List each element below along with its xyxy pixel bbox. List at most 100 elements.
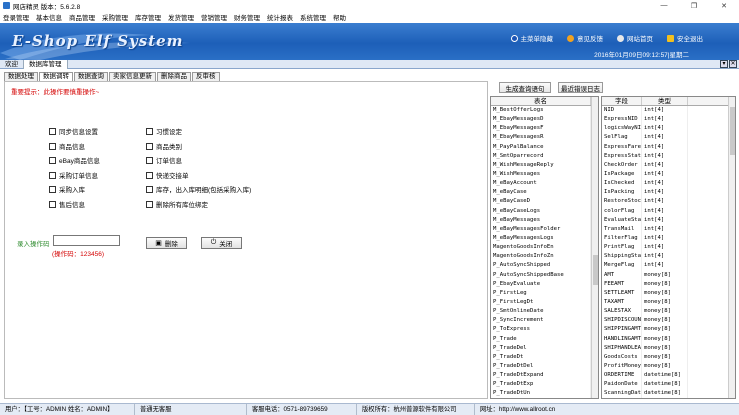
subtab-delete-goods[interactable]: 删除商品 [157, 72, 191, 81]
checkbox-goods-info[interactable]: 商品信息 [49, 141, 85, 151]
field-row[interactable]: SALESTAX money[8] [602, 307, 735, 317]
table-row[interactable]: P_AutoSyncShippedBase [491, 270, 598, 280]
table-row[interactable]: M_PayPalBalance [491, 142, 598, 152]
menu-login[interactable]: 登录管理 [3, 12, 29, 22]
checkbox-sync-settings[interactable]: 同步信息设置 [49, 126, 98, 136]
menu-system[interactable]: 系统管理 [300, 12, 326, 22]
table-row[interactable]: M_EbayMessagesF [491, 124, 598, 134]
table-row[interactable]: P_TradeDtDel [491, 361, 598, 372]
field-row[interactable]: NID int[4] [602, 106, 735, 116]
table-row[interactable]: P_TradeDtExp [491, 380, 598, 390]
field-row[interactable]: SHIPPINGAMT money[8] [602, 325, 735, 335]
field-row[interactable]: EvaluateSta int[4] [602, 215, 735, 225]
checkbox-box[interactable] [146, 200, 153, 208]
table-name-column-header[interactable]: 表名 [491, 97, 591, 105]
menu-finance[interactable]: 财务管理 [234, 12, 260, 22]
field-row[interactable]: IsPackage int[4] [602, 169, 735, 180]
field-row[interactable]: RestoreStoc int[4] [602, 197, 735, 207]
checkbox-habit-settings[interactable]: 习惯设定 [146, 126, 182, 136]
table-row[interactable]: M_eBayMessages [491, 215, 598, 225]
field-row[interactable]: IsPacking int[4] [602, 188, 735, 198]
table-row[interactable]: M_WishMessages [491, 169, 598, 180]
field-row[interactable]: PrintFlag int[4] [602, 243, 735, 253]
checkbox-express-handover[interactable]: 快递交接单 [146, 170, 189, 180]
subtab-unapprove[interactable]: 反审核 [192, 72, 220, 81]
checkbox-delete-location-binding[interactable]: 删除所有库位绑定 [146, 199, 208, 209]
checkbox-box[interactable] [49, 200, 56, 208]
scroll-thumb[interactable] [730, 107, 735, 155]
table-row[interactable]: P_FirstLeg [491, 288, 598, 298]
table-row[interactable]: MagentoGoodsInfoEn [491, 243, 598, 253]
checkbox-purchase-inbound[interactable]: 采购入库 [49, 184, 85, 194]
checkbox-purchase-orders[interactable]: 采购订单信息 [49, 170, 98, 180]
table-row[interactable]: M_eBayMessagesLogs [491, 233, 598, 244]
table-row[interactable]: M_EbayMessagesR [491, 133, 598, 143]
homepage-link[interactable]: 网站首页 [617, 33, 653, 43]
close-window-button[interactable]: ✕ [709, 0, 739, 11]
field-row[interactable]: SETTLEAMT money[8] [602, 288, 735, 298]
field-row[interactable]: HANDLINGAMT money[8] [602, 334, 735, 344]
field-row[interactable]: ShippingSta int[4] [602, 252, 735, 262]
menu-purchase[interactable]: 采购管理 [102, 12, 128, 22]
type-column-header[interactable]: 类型 [642, 97, 688, 105]
close-button[interactable]: ⏻ 关闭 [201, 237, 242, 249]
checkbox-stock-details[interactable]: 库存，出入库明细(包括采购入库) [146, 184, 251, 194]
hide-menu-link[interactable]: 主菜单隐藏 [510, 33, 553, 43]
field-row[interactable]: ExpressFare int[4] [602, 142, 735, 152]
menu-reports[interactable]: 统计报表 [267, 12, 293, 22]
field-row[interactable]: GoodsCosts money[8] [602, 352, 735, 362]
table-row[interactable]: P_EbayEvaluate [491, 279, 598, 289]
field-row[interactable]: colorFlag int[4] [602, 206, 735, 216]
field-row[interactable]: ORDERTIME datetime[8] [602, 371, 735, 381]
checkbox-box[interactable] [49, 127, 56, 135]
menu-help[interactable]: 帮助 [333, 12, 346, 22]
table-row[interactable]: M_eBayAccount [491, 179, 598, 189]
table-row[interactable]: P_TradeDtExpand [491, 371, 598, 381]
field-column-header[interactable]: 字段 [602, 97, 642, 105]
table-row[interactable]: M_BestOfferLogs [491, 106, 598, 116]
table-row[interactable]: P_FirstLegDt [491, 297, 598, 308]
checkbox-box[interactable] [146, 185, 153, 193]
delete-button[interactable]: ▣ 删除 [146, 237, 187, 249]
checkbox-box[interactable] [49, 142, 56, 150]
menu-marketing[interactable]: 营销管理 [201, 12, 227, 22]
table-row[interactable]: M_eBayMessagesFolder [491, 224, 598, 234]
scroll-thumb[interactable] [593, 255, 598, 285]
table-row[interactable]: M_EbayMessagesD [491, 115, 598, 125]
field-row[interactable]: CheckOrder int[4] [602, 160, 735, 170]
table-row[interactable]: P_TradeDtUn [491, 389, 598, 398]
table-row[interactable]: MagentoGoodsInfoZn [491, 252, 598, 262]
field-row[interactable]: PaidonDate datetime[8] [602, 380, 735, 390]
checkbox-goods-category[interactable]: 商品类别 [146, 141, 182, 151]
logout-link[interactable]: 安全退出 [667, 33, 703, 43]
subtab-data-transfer[interactable]: 数据调转 [39, 72, 73, 81]
table-row[interactable]: P_SmtOnlineDate [491, 307, 598, 317]
table-row[interactable]: P_TradeDel [491, 343, 598, 353]
subtab-data-query[interactable]: 数据查询 [74, 72, 108, 81]
field-row[interactable]: MergeFlag int[4] [602, 261, 735, 271]
subtab-seller-update[interactable]: 卖家信息更新 [109, 72, 156, 81]
subtab-data-processing[interactable]: 数据处理 [4, 72, 38, 81]
menu-stock[interactable]: 库存管理 [135, 12, 161, 22]
field-row[interactable]: ExpressNID int[4] [602, 115, 735, 125]
table-row[interactable]: P_SyncIncrement [491, 316, 598, 326]
menu-basic-info[interactable]: 基本信息 [36, 12, 62, 22]
table-row[interactable]: M_SmtOparrecord [491, 151, 598, 161]
checkbox-box[interactable] [146, 171, 153, 179]
field-row[interactable]: FilterFlag int[4] [602, 233, 735, 244]
table-row[interactable]: P_ToExpress [491, 325, 598, 335]
field-row[interactable]: SHIPDISCOUN money[8] [602, 316, 735, 326]
checkbox-box[interactable] [49, 156, 56, 164]
table-row[interactable]: P_Trade [491, 334, 598, 344]
feedback-link[interactable]: 意见反馈 [567, 33, 603, 43]
table-row[interactable]: M_WishMessageReply [491, 160, 598, 170]
table-list[interactable]: 表名 M_BestOfferLogs M_EbayMessagesD M_EbayM… [490, 96, 599, 399]
tab-database-management[interactable]: 数据库管理 [24, 60, 68, 69]
field-row[interactable]: ScanningDat datetime[8] [602, 389, 735, 398]
table-row[interactable]: P_AutoSyncShipped [491, 261, 598, 271]
field-row[interactable]: IsChecked int[4] [602, 179, 735, 189]
checkbox-after-sales[interactable]: 售后信息 [49, 199, 85, 209]
field-list[interactable]: 字段 类型 NID int[4] ExpressNID int[4] logicsWay… [601, 96, 736, 399]
checkbox-box[interactable] [49, 171, 56, 179]
checkbox-box[interactable] [146, 156, 153, 164]
